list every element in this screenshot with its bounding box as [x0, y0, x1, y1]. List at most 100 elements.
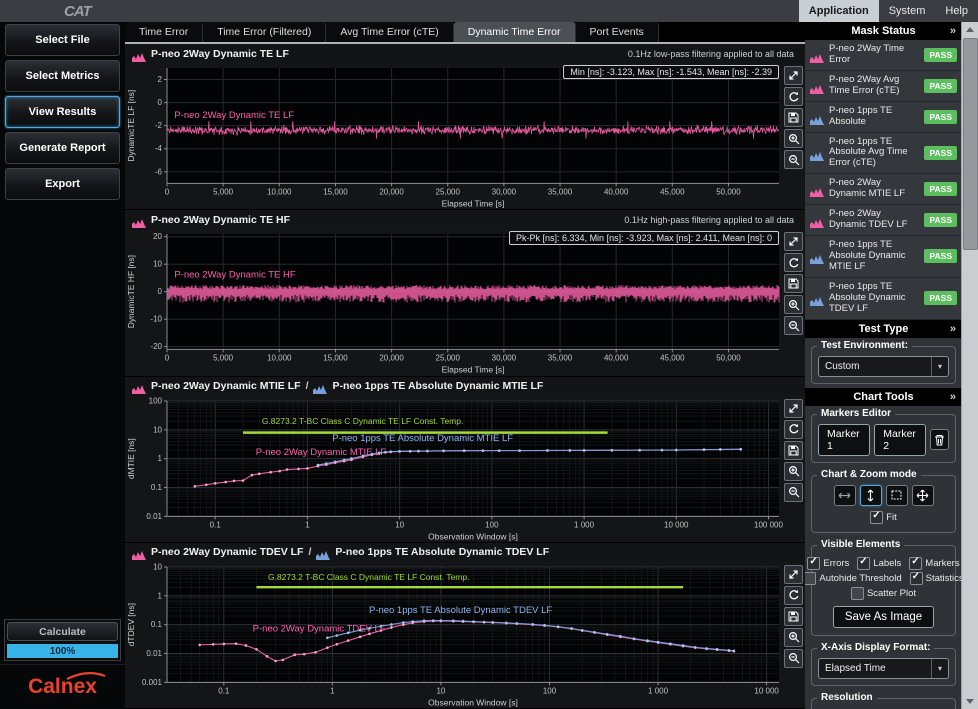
save-icon[interactable]	[784, 441, 803, 460]
status-badge: PASS	[924, 110, 957, 124]
svg-text:-20: -20	[150, 342, 162, 351]
refresh-icon[interactable]	[784, 87, 803, 106]
test-type-header[interactable]: Test Type	[805, 320, 962, 338]
mask-status-header[interactable]: Mask Status	[805, 22, 962, 40]
chart-header: P-neo 2Way Dynamic TDEV LF P-neo 1pps TE…	[125, 543, 805, 562]
te-lf-plot[interactable]: P-neo 2Way Dynamic TE LF05,00010,00015,0…	[125, 63, 805, 209]
scatter-plot-checkbox[interactable]: Scatter Plot	[851, 587, 916, 600]
zoom-out-icon[interactable]	[784, 316, 803, 335]
markers-checkbox[interactable]: Markers	[909, 557, 959, 570]
calculate-button[interactable]: Calculate	[7, 622, 118, 641]
view-results-button[interactable]: View Results	[5, 96, 120, 128]
expand-icon[interactable]	[784, 565, 803, 584]
save-as-image-button[interactable]: Save As Image	[833, 606, 934, 628]
pan-icon[interactable]	[912, 485, 934, 506]
scroll-up-icon[interactable]	[962, 22, 978, 37]
save-icon[interactable]	[784, 607, 803, 626]
svg-text:P-neo 2Way Dynamic TE LF: P-neo 2Way Dynamic TE LF	[174, 110, 294, 121]
mask-status-item[interactable]: P-neo 1pps TE Absolute Dynamic TDEV LFPA…	[805, 278, 962, 320]
x-axis-format-select[interactable]: Elapsed Time ▾	[818, 658, 949, 679]
expand-icon[interactable]	[784, 232, 803, 251]
save-icon[interactable]	[784, 108, 803, 127]
zoom-in-icon[interactable]	[784, 295, 803, 314]
svg-text:1: 1	[330, 686, 335, 695]
refresh-icon[interactable]	[784, 420, 803, 439]
menu-system[interactable]: System	[879, 0, 936, 22]
svg-text:0: 0	[165, 354, 170, 363]
chevron-down-icon: ▾	[931, 659, 948, 678]
tab-time-error-filtered[interactable]: Time Error (Filtered)	[203, 22, 326, 42]
mask-status-item[interactable]: P-neo 1pps TE Absolute Dynamic MTIE LFPA…	[805, 236, 962, 278]
scroll-down-icon[interactable]	[962, 694, 978, 709]
chart-panel-te-hf: P-neo 2Way Dynamic TE HF 0.1Hz high-pass…	[125, 210, 805, 376]
refresh-icon[interactable]	[784, 253, 803, 272]
svg-text:0.1: 0.1	[151, 483, 163, 492]
chart-header: P-neo 2Way Dynamic MTIE LF P-neo 1pps TE…	[125, 377, 805, 396]
statistics-checkbox[interactable]: Statistics	[910, 572, 962, 585]
zoom-out-icon[interactable]	[784, 649, 803, 668]
zoom-out-icon[interactable]	[784, 483, 803, 502]
scrollbar-thumb[interactable]	[963, 38, 978, 250]
series-icon-pink	[132, 547, 146, 557]
generate-report-button[interactable]: Generate Report	[5, 132, 120, 164]
fit-checkbox[interactable]: Fit	[870, 511, 897, 524]
svg-text:1: 1	[158, 454, 163, 463]
test-environment-select[interactable]: Custom ▾	[818, 356, 949, 377]
menu-application[interactable]: Application	[799, 0, 879, 22]
chart-tools-header[interactable]: Chart Tools	[805, 388, 962, 406]
svg-text:0.1: 0.1	[210, 520, 222, 529]
zoom-in-icon[interactable]	[784, 129, 803, 148]
mtie-plot[interactable]: G.8273.2 T-BC Class C Dynamic TE LF Cons…	[125, 396, 805, 542]
status-badge: PASS	[924, 48, 957, 62]
chart-title: P-neo 2Way Dynamic TDEV LF	[151, 546, 303, 558]
trash-icon[interactable]	[930, 429, 949, 450]
chart-title-secondary: P-neo 1pps TE Absolute Dynamic MTIE LF	[332, 380, 543, 392]
errors-checkbox[interactable]: Errors	[807, 557, 849, 570]
mask-status-item[interactable]: P-neo 2Way Avg Time Error (cTE)PASS	[805, 71, 962, 102]
window-scrollbar[interactable]	[961, 22, 978, 709]
tab-dynamic-time-error[interactable]: Dynamic Time Error	[454, 22, 576, 42]
te-hf-plot[interactable]: P-neo 2Way Dynamic TE HF05,00010,00015,0…	[125, 229, 805, 375]
expand-icon[interactable]	[784, 66, 803, 85]
v-zoom-icon[interactable]	[860, 485, 882, 506]
mask-status-item[interactable]: P-neo 2Way Dynamic TDEV LFPASS	[805, 205, 962, 236]
tab-port-events[interactable]: Port Events	[576, 22, 659, 42]
chart-zoom-mode-group: Chart & Zoom mode Fit	[811, 475, 956, 533]
marker-2-button[interactable]: Marker 2	[874, 424, 926, 456]
save-icon[interactable]	[784, 274, 803, 293]
marker-1-button[interactable]: Marker 1	[818, 424, 870, 456]
series-icon-blue	[810, 251, 824, 261]
mask-status-item[interactable]: P-neo 2Way Time ErrorPASS	[805, 40, 962, 71]
svg-text:0.1: 0.1	[151, 620, 163, 629]
expand-icon[interactable]	[784, 399, 803, 418]
tdev-plot[interactable]: G.8273.2 T-BC Class C Dynamic TE LF Cons…	[125, 562, 805, 708]
chart-body: G.8273.2 T-BC Class C Dynamic TE LF Cons…	[125, 562, 805, 708]
box-zoom-icon[interactable]	[886, 485, 908, 506]
select-metrics-button[interactable]: Select Metrics	[5, 60, 120, 92]
tab-avg-time-error-cte[interactable]: Avg Time Error (cTE)	[326, 22, 453, 42]
labels-checkbox[interactable]: Labels	[857, 557, 901, 570]
export-button[interactable]: Export	[5, 168, 120, 200]
mask-status-item[interactable]: P-neo 1pps TE AbsolutePASS	[805, 102, 962, 133]
svg-text:G.8273.2 T-BC Class C Dynamic: G.8273.2 T-BC Class C Dynamic TE LF Cons…	[262, 416, 463, 426]
chart-title: P-neo 2Way Dynamic TE LF	[151, 48, 289, 60]
select-file-button[interactable]: Select File	[5, 24, 120, 56]
svg-text:30,000: 30,000	[492, 187, 517, 196]
svg-text:10: 10	[153, 260, 162, 269]
refresh-icon[interactable]	[784, 586, 803, 605]
svg-text:15,000: 15,000	[323, 187, 348, 196]
svg-text:0.001: 0.001	[142, 678, 163, 687]
chart-header: P-neo 2Way Dynamic TE HF 0.1Hz high-pass…	[125, 210, 805, 229]
zoom-in-icon[interactable]	[784, 462, 803, 481]
svg-text:P-neo 1pps TE Absolute Dynamic: P-neo 1pps TE Absolute Dynamic TDEV LF	[369, 605, 552, 616]
zoom-out-icon[interactable]	[784, 150, 803, 169]
chart-body: P-neo 2Way Dynamic TE LF05,00010,00015,0…	[125, 63, 805, 209]
mask-item-name: P-neo 2Way Dynamic TDEV LF	[829, 209, 919, 231]
autohide-threshold-checkbox[interactable]: Autohide Threshold	[805, 572, 902, 585]
h-zoom-icon[interactable]	[834, 485, 856, 506]
zoom-in-icon[interactable]	[784, 628, 803, 647]
mask-status-item[interactable]: P-neo 1pps TE Absolute Avg Time Error (c…	[805, 133, 962, 175]
mask-status-item[interactable]: P-neo 2Way Dynamic MTIE LFPASS	[805, 174, 962, 205]
tab-time-error[interactable]: Time Error	[125, 22, 203, 42]
menu-help[interactable]: Help	[935, 0, 978, 22]
